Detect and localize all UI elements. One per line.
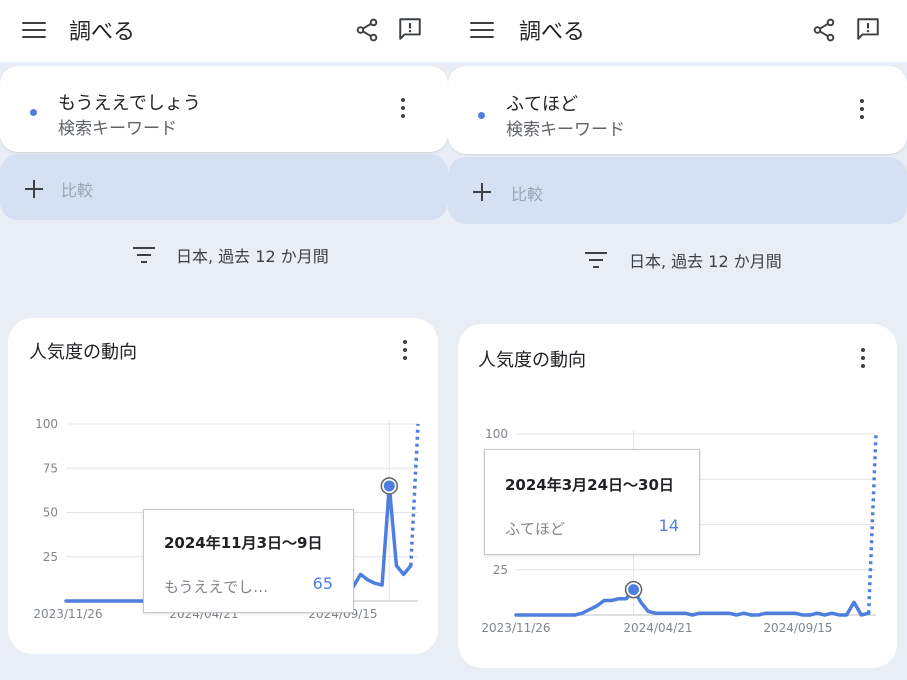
series-color-dot (478, 112, 485, 119)
app-title: 調べる (519, 20, 586, 45)
filter-text: 日本, 過去 12 か月間 (629, 252, 782, 271)
feedback-icon[interactable] (855, 16, 881, 42)
compare-button[interactable]: 比較 (448, 157, 907, 224)
filter-icon (585, 252, 607, 268)
search-term: ふてほど (506, 94, 578, 115)
series-line-partial (866, 433, 878, 614)
x-tick-label: 2023/11/26 (481, 621, 550, 635)
series-color-dot (30, 109, 37, 116)
top-app-bar: 調べる (448, 0, 907, 62)
y-tick-label: 100 (485, 427, 508, 441)
more-vert-icon[interactable] (400, 98, 406, 120)
search-term-type: 検索キーワード (58, 119, 177, 139)
highlight-point (383, 480, 395, 492)
add-icon (472, 182, 492, 202)
compare-button[interactable]: 比較 (0, 154, 448, 220)
share-icon[interactable] (354, 17, 380, 43)
highlight-point (628, 584, 640, 596)
tooltip-value: 65 (312, 574, 333, 593)
feedback-icon[interactable] (397, 16, 423, 42)
tooltip-value: 14 (658, 516, 679, 535)
right-panel: 調べる ふてほど 検索キーワード 比較 日本, 過去 12 か月間 人気度の動向 (448, 0, 907, 680)
filter-row[interactable]: 日本, 過去 12 か月間 (448, 224, 907, 294)
search-term-type: 検索キーワード (506, 120, 625, 140)
more-vert-icon[interactable] (859, 99, 865, 121)
tooltip-date: 2024年11月3日〜9日 (164, 534, 323, 552)
tooltip-term: もうええでし… (164, 578, 269, 596)
data-tooltip: 2024年11月3日〜9日 もうええでし… 65 (143, 509, 354, 613)
tooltip-date: 2024年3月24日〜30日 (505, 476, 674, 494)
x-tick-label: 2024/04/21 (623, 621, 692, 635)
search-term-card[interactable]: もうええでしょう 検索キーワード (0, 66, 448, 152)
x-tick-label: 2023/11/26 (33, 607, 102, 621)
app-title: 調べる (69, 20, 136, 45)
share-icon[interactable] (811, 17, 837, 43)
data-tooltip: 2024年3月24日〜30日 ふてほど 14 (484, 449, 700, 555)
filter-text: 日本, 過去 12 か月間 (176, 247, 329, 266)
menu-icon[interactable] (22, 22, 46, 40)
y-tick-label: 75 (43, 461, 58, 475)
compare-label: 比較 (511, 185, 544, 204)
add-icon (24, 179, 44, 199)
top-app-bar: 調べる (0, 0, 448, 62)
interest-over-time-card: 人気度の動向 2550751002023/11/262024/04/212024… (458, 324, 897, 668)
y-tick-label: 25 (43, 550, 58, 564)
x-tick-label: 2024/09/15 (763, 621, 832, 635)
y-tick-label: 25 (493, 563, 508, 577)
tooltip-term: ふてほど (505, 520, 566, 538)
search-term: もうええでしょう (58, 93, 201, 114)
filter-icon (133, 247, 155, 263)
compare-label: 比較 (61, 181, 94, 200)
menu-icon[interactable] (470, 22, 494, 40)
interest-over-time-card: 人気度の動向 2550751002023/11/262024/04/212024… (8, 318, 438, 654)
search-term-card[interactable]: ふてほど 検索キーワード (448, 66, 907, 154)
filter-row[interactable]: 日本, 過去 12 か月間 (0, 220, 448, 290)
series-line-partial (409, 423, 420, 566)
y-tick-label: 50 (43, 506, 58, 520)
series-line (514, 587, 871, 617)
left-panel: 調べる もうええでしょう 検索キーワード 比較 日本, 過去 12 か月間 人気… (0, 0, 448, 680)
y-tick-label: 100 (35, 417, 58, 431)
